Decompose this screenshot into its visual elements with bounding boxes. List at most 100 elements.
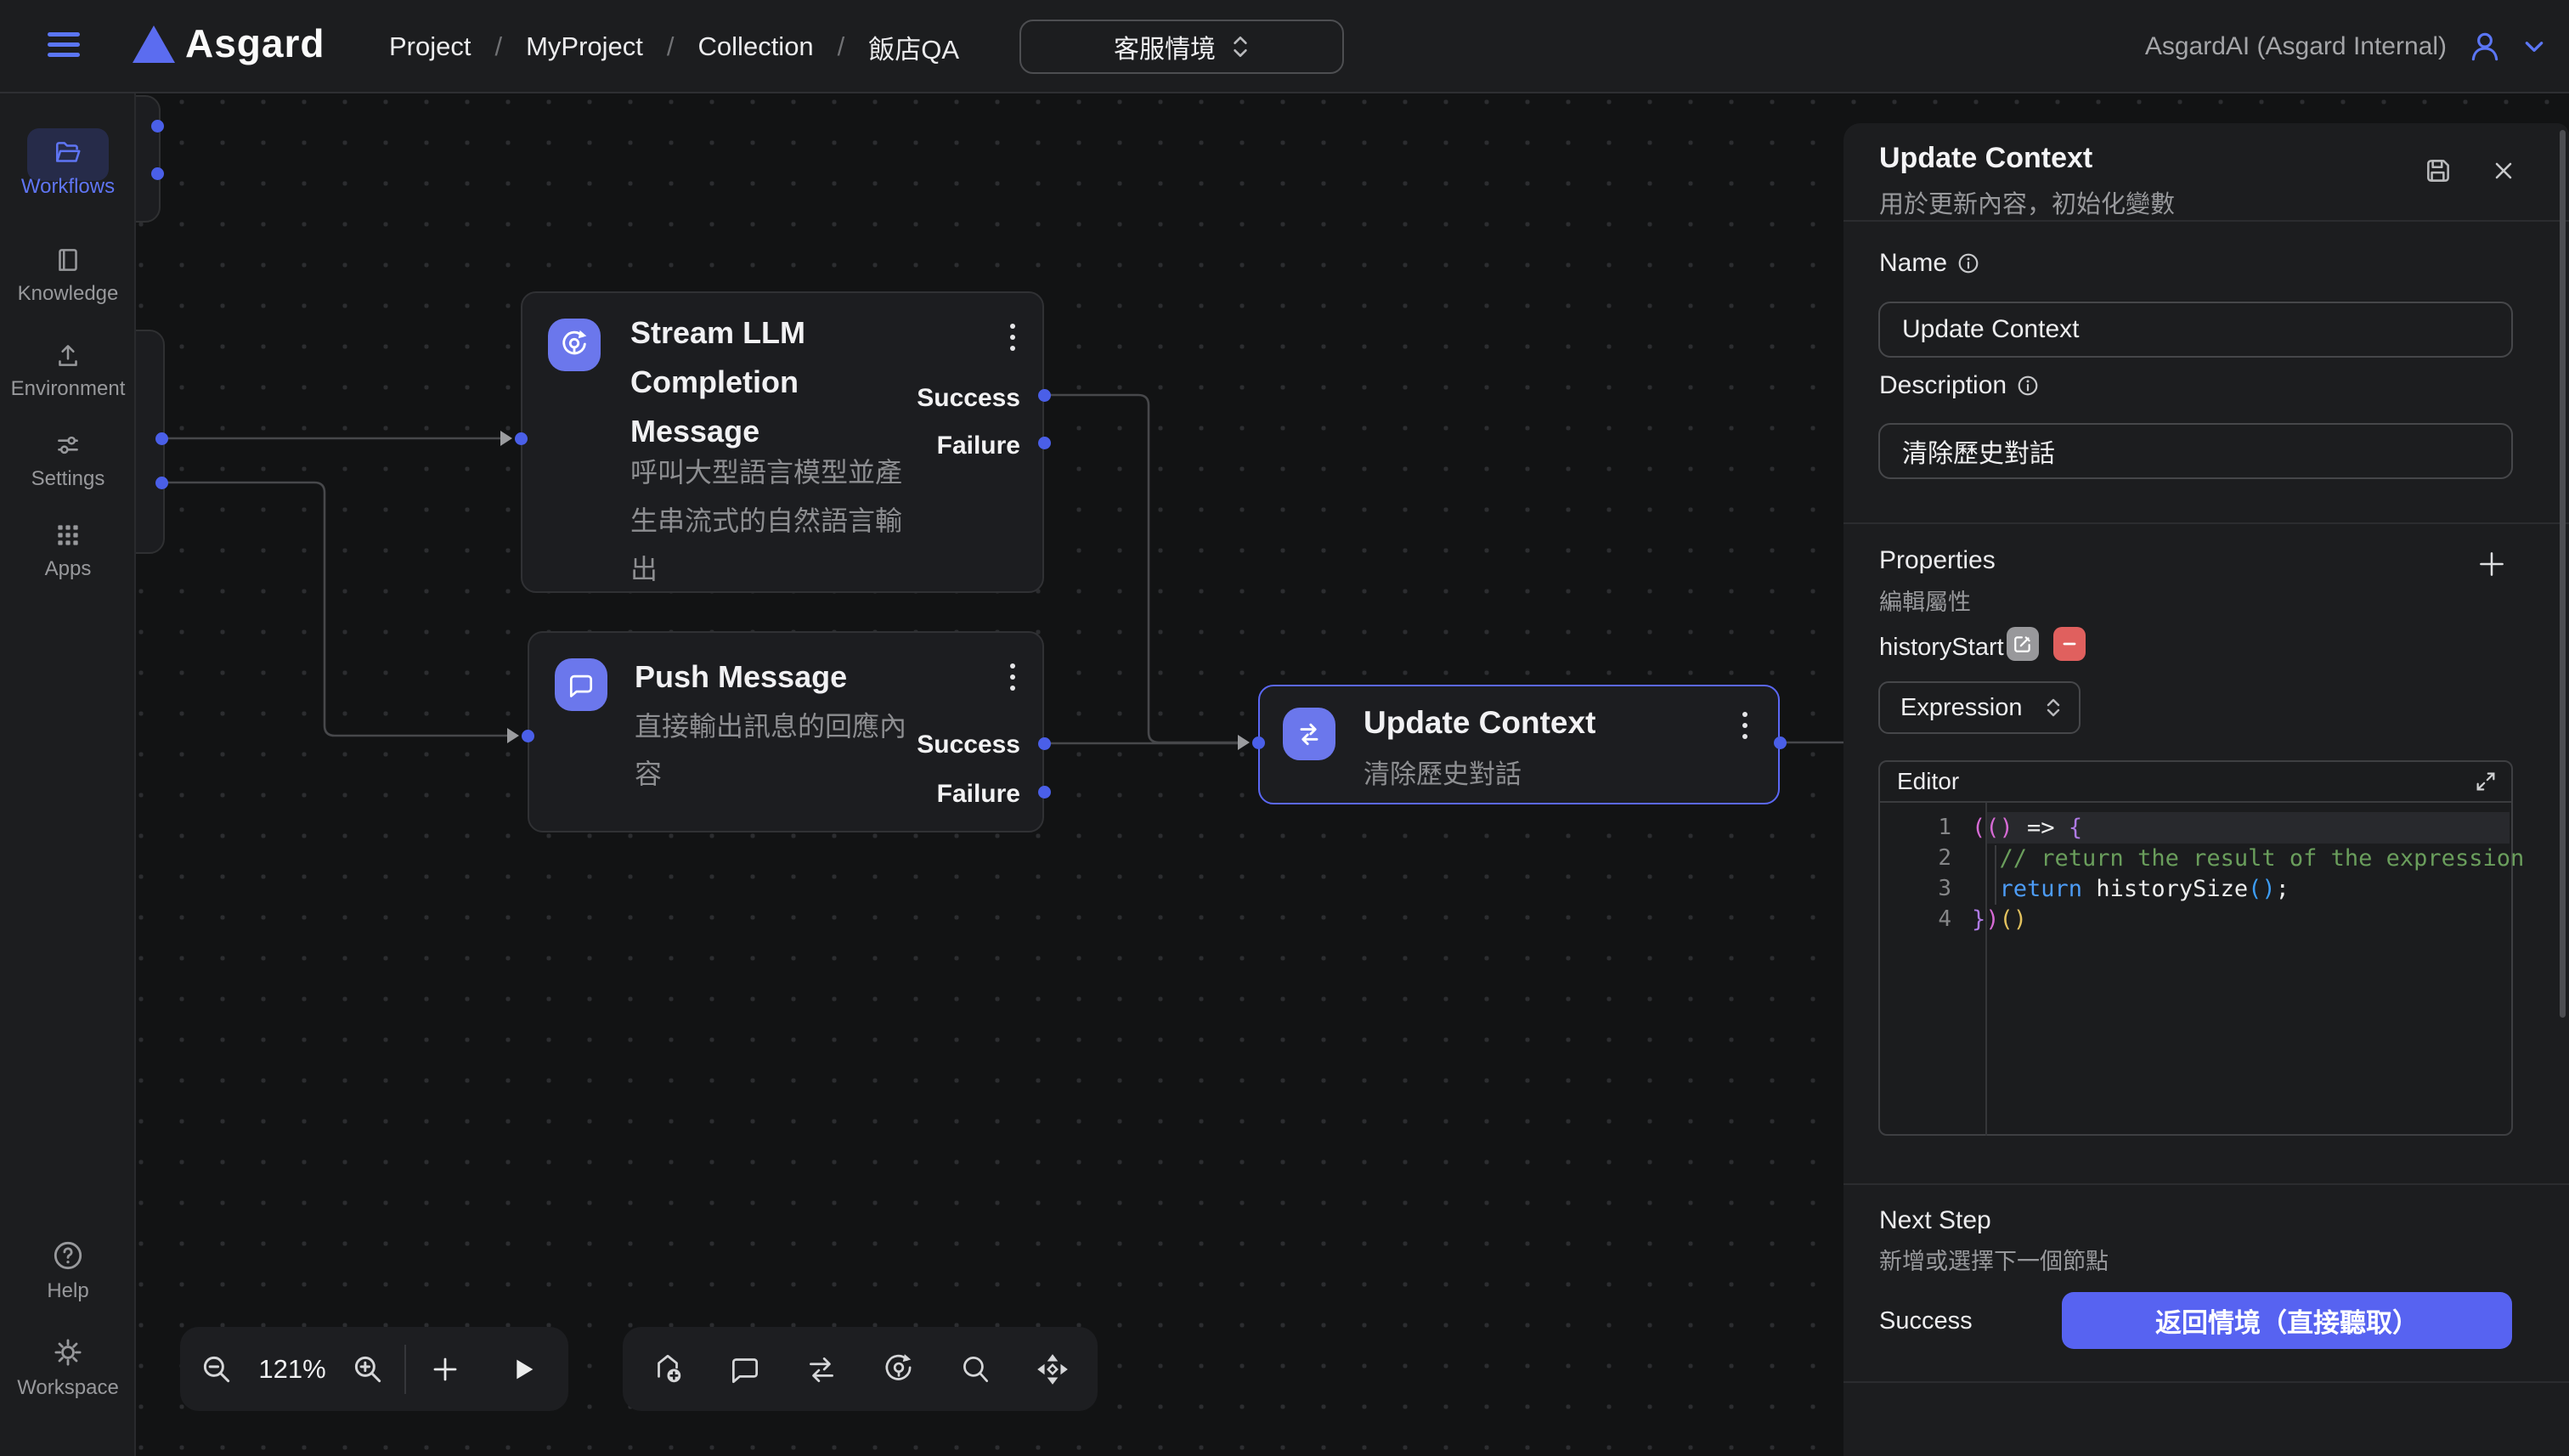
- menu-hamburger-icon[interactable]: [48, 32, 80, 57]
- node-update-context[interactable]: Update Context 清除歷史對話: [1258, 685, 1780, 804]
- sidebar-item-label: Environment: [11, 377, 126, 401]
- port-push-success[interactable]: [1038, 737, 1051, 750]
- port-stream-failure[interactable]: [1038, 437, 1051, 449]
- push-message-icon: [555, 658, 607, 711]
- port-stream-input[interactable]: [515, 432, 528, 445]
- panel-divider: [1843, 1381, 2569, 1383]
- apps-grid-icon: [53, 520, 83, 550]
- breadcrumb-current[interactable]: 飯店QA: [868, 28, 959, 66]
- editor-body[interactable]: 1 (() => { 2 // return the result of the…: [1880, 803, 2511, 1136]
- sidebar-item-knowledge[interactable]: Knowledge: [0, 245, 136, 306]
- select-chevrons-icon: [1231, 34, 1250, 59]
- name-input[interactable]: Update Context: [1878, 302, 2513, 358]
- port-push-input[interactable]: [522, 730, 534, 742]
- code-line: 4 })(): [1880, 904, 2511, 934]
- port-update-input[interactable]: [1252, 736, 1265, 749]
- port-clipped-top-1[interactable]: [151, 120, 164, 133]
- property-type-value: Expression: [1900, 694, 2022, 722]
- breadcrumb-myproject[interactable]: MyProject: [526, 31, 643, 62]
- node-push-message[interactable]: Push Message 直接輸出訊息的回應內容 Success Failure: [528, 631, 1044, 832]
- next-step-target-button[interactable]: 返回情境（直接聽取）: [2062, 1292, 2512, 1349]
- stream-llm-icon: [548, 319, 601, 371]
- sidebar-item-label: Knowledge: [18, 282, 119, 306]
- node-menu-kebab-icon[interactable]: [1007, 320, 1019, 354]
- breadcrumb-collection[interactable]: Collection: [698, 31, 814, 62]
- top-navbar: Asgard Project / MyProject / Collection …: [0, 0, 2569, 93]
- node-stream-llm[interactable]: Stream LLM Completion Message 呼叫大型語言模型並產…: [521, 291, 1044, 593]
- add-property-button[interactable]: [2474, 546, 2510, 582]
- sidebar-item-settings[interactable]: Settings: [0, 430, 136, 491]
- sidebar-item-workspace[interactable]: Workspace: [0, 1335, 136, 1400]
- zoom-out-button[interactable]: [180, 1327, 253, 1411]
- edit-property-button[interactable]: [2007, 627, 2039, 661]
- help-icon: [51, 1239, 85, 1273]
- node-title: Stream LLM Completion Message: [630, 308, 851, 456]
- message-node-button[interactable]: [714, 1327, 776, 1411]
- description-field-label: Description: [1879, 371, 2039, 400]
- property-name: historyStart: [1879, 634, 2004, 662]
- close-icon: [2491, 158, 2516, 183]
- node-title: Push Message: [635, 652, 991, 702]
- select-chevrons-icon: [2045, 696, 2062, 720]
- node-description: 清除歷史對話: [1364, 758, 1720, 792]
- node-menu-kebab-icon[interactable]: [1739, 708, 1751, 742]
- sidebar-item-apps[interactable]: Apps: [0, 520, 136, 581]
- add-button[interactable]: [406, 1327, 484, 1411]
- code-line: 2 // return the result of the expression: [1880, 843, 2511, 873]
- panel-divider: [1843, 1183, 2569, 1185]
- logo-triangle-icon: [133, 25, 175, 63]
- context-node-button[interactable]: [790, 1327, 853, 1411]
- account-menu[interactable]: AsgardAI (Asgard Internal): [2145, 0, 2545, 93]
- breadcrumb-separator: /: [667, 31, 675, 62]
- gear-icon: [51, 1335, 85, 1369]
- port-label-failure: Failure: [937, 432, 1020, 460]
- upload-icon: [53, 340, 83, 370]
- update-context-icon: [1283, 708, 1335, 760]
- sidebar-item-label: Help: [47, 1279, 88, 1303]
- fit-view-button[interactable]: [1021, 1327, 1084, 1411]
- port-push-failure[interactable]: [1038, 786, 1051, 799]
- expression-editor: Editor 1 (() => { 2 // return the result…: [1878, 760, 2513, 1136]
- add-node-button[interactable]: [636, 1327, 699, 1411]
- next-step-port-label: Success: [1879, 1307, 1973, 1335]
- node-menu-kebab-icon[interactable]: [1007, 660, 1019, 694]
- sidebar-item-environment[interactable]: Environment: [0, 340, 136, 401]
- sidebar: Workflows Knowledge Environment Settings: [0, 93, 136, 1456]
- environment-selector-value: 客服情境: [1114, 28, 1216, 65]
- arrowhead-push-input: [507, 728, 519, 743]
- save-button[interactable]: [2423, 155, 2453, 186]
- breadcrumb: Project / MyProject / Collection / 飯店QA: [389, 0, 959, 93]
- properties-sublabel: 編輯屬性: [1879, 584, 1971, 617]
- search-canvas-button[interactable]: [944, 1327, 1007, 1411]
- sidebar-item-workflows[interactable]: Workflows: [0, 138, 136, 199]
- node-description: 呼叫大型語言模型並產生串流式的自然語言輸出: [630, 449, 921, 594]
- sidebar-item-label: Settings: [31, 467, 105, 491]
- port-clipped-top-2[interactable]: [151, 167, 164, 180]
- breadcrumb-project[interactable]: Project: [389, 31, 471, 62]
- port-label-success: Success: [917, 731, 1020, 759]
- close-panel-button[interactable]: [2491, 158, 2516, 183]
- port-update-output[interactable]: [1774, 736, 1787, 749]
- node-description: 直接輸出訊息的回應內容: [635, 703, 925, 798]
- expand-icon[interactable]: [2474, 770, 2498, 793]
- breadcrumb-separator: /: [838, 31, 845, 62]
- panel-scrollbar[interactable]: [2560, 130, 2566, 1018]
- port-clipped-success[interactable]: [155, 432, 168, 445]
- arrowhead-stream-input: [500, 431, 512, 446]
- port-clipped-failure[interactable]: [155, 477, 168, 489]
- app-logo[interactable]: Asgard: [185, 20, 325, 66]
- zoom-in-button[interactable]: [331, 1327, 404, 1411]
- run-button[interactable]: [484, 1327, 561, 1411]
- port-label-failure: Failure: [937, 780, 1020, 809]
- port-stream-success[interactable]: [1038, 389, 1051, 402]
- sliders-icon: [53, 430, 83, 460]
- folder-icon: [53, 138, 83, 168]
- llm-node-button[interactable]: [867, 1327, 930, 1411]
- property-type-select[interactable]: Expression: [1878, 681, 2081, 734]
- description-input[interactable]: 清除歷史對話: [1878, 423, 2513, 479]
- info-icon: [1957, 252, 1979, 274]
- sidebar-item-help[interactable]: Help: [0, 1239, 136, 1303]
- environment-selector[interactable]: 客服情境: [1019, 20, 1344, 74]
- remove-property-button[interactable]: [2053, 627, 2086, 661]
- plus-icon: [2474, 546, 2510, 582]
